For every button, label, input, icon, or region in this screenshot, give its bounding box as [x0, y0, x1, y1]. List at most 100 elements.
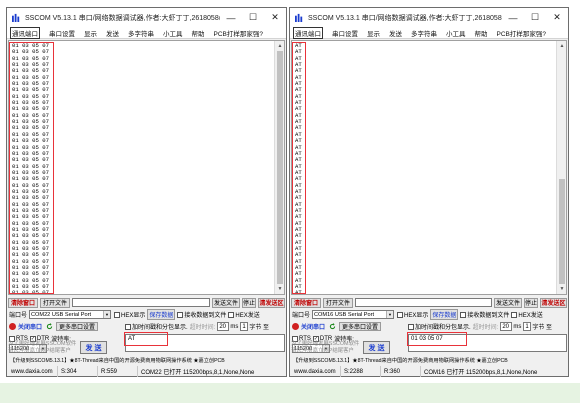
send-input[interactable]: AT	[125, 334, 285, 352]
clear-window-button[interactable]: 清除窗口	[8, 297, 38, 308]
left-send-panel: 为了更好地发展SSCOM软件 请您注册嘉立创P结尾客户 发 送	[8, 341, 118, 367]
chevron-down-icon: ▼	[386, 311, 394, 318]
hex-display-checkbox[interactable]	[114, 311, 121, 318]
send-file-button[interactable]: 发送文件	[212, 297, 240, 308]
menu-help[interactable]: 帮助	[475, 28, 488, 38]
status-site[interactable]: www.daxia.com	[8, 366, 58, 377]
hex-display-checkbox[interactable]	[397, 311, 404, 318]
close-port-button[interactable]: 关闭串口	[18, 322, 42, 331]
close-icon[interactable]: ✕	[264, 8, 286, 27]
menu-tools[interactable]: 小工具	[446, 28, 466, 38]
send-file-button[interactable]: 发送文件	[494, 297, 522, 308]
save-data-button[interactable]: 保存数据	[430, 309, 459, 320]
more-settings-button[interactable]: 更多串口设置	[339, 322, 382, 331]
status-received: R:360	[381, 366, 421, 377]
page-footer-strip	[0, 383, 580, 403]
scroll-up-icon[interactable]: ▲	[275, 41, 284, 51]
menu-comm-port[interactable]: 通讯端口	[293, 26, 323, 39]
refresh-icon[interactable]	[329, 323, 336, 330]
clear-send-button[interactable]: 清发送区	[258, 297, 285, 308]
send-button[interactable]: 发 送	[363, 341, 390, 354]
status-bar: www.daxia.com S:304 R:559 COM22 已打开 1152…	[8, 366, 285, 377]
scroll-thumb[interactable]	[559, 179, 565, 284]
menu-send[interactable]: 发送	[106, 28, 119, 38]
file-toolbar: 清除窗口 打开文件 发送文件 停止 清发送区	[8, 297, 285, 308]
menu-send[interactable]: 发送	[389, 28, 402, 38]
port-control-row: 关闭串口 更多串口设置	[292, 321, 406, 332]
recv-to-file-label: 接收数据到文件	[184, 313, 227, 319]
port-value: COM22 USB Serial Port	[31, 311, 92, 318]
menu-multi-string[interactable]: 多字符串	[411, 28, 437, 38]
minimize-icon[interactable]: —	[502, 8, 524, 27]
timestamp-checkbox[interactable]	[408, 323, 414, 330]
menu-comm-port[interactable]: 通讯端口	[10, 26, 40, 39]
scroll-thumb[interactable]	[277, 51, 283, 284]
scroll-up-icon[interactable]: ▲	[557, 41, 566, 51]
byte-field[interactable]: 1	[240, 322, 249, 331]
receive-area[interactable]: 01 03 05 07 01 03 05 07 01 03 05 07 01 0…	[8, 40, 285, 295]
menu-serial-settings[interactable]: 串口设置	[332, 28, 358, 38]
refresh-icon[interactable]	[46, 323, 53, 330]
recv-to-file-label: 接收数据到文件	[467, 313, 510, 319]
menu-pcb[interactable]: PCB打样那家强?	[214, 28, 263, 38]
timeout-field[interactable]: 20	[217, 322, 230, 331]
byte-field[interactable]: 1	[523, 322, 532, 331]
send-input[interactable]: 01 03 05 07	[408, 334, 567, 352]
receive-area[interactable]: AT AT AT AT AT AT AT AT AT AT AT AT AT A…	[291, 40, 567, 295]
hex-send-checkbox[interactable]	[511, 311, 518, 318]
vertical-scrollbar[interactable]: ▲ ▼	[274, 41, 284, 294]
save-data-button[interactable]: 保存数据	[147, 309, 176, 320]
title-bar[interactable]: SSCOM V5.13.1 串口/网络数据调试器,作者:大虾丁丁,2618058…	[290, 8, 568, 27]
port-status-icon	[9, 323, 16, 330]
stop-button[interactable]: 停止	[524, 297, 538, 308]
menu-display[interactable]: 显示	[367, 28, 380, 38]
menu-pcb[interactable]: PCB打样那家强?	[497, 28, 546, 38]
chevron-down-icon: ▼	[103, 311, 111, 318]
menu-help[interactable]: 帮助	[192, 28, 205, 38]
timestamp-row: 加时间戳和分包显示. 超时时间: 20 ms 1 字节 至	[125, 321, 284, 332]
vertical-scrollbar[interactable]: ▲ ▼	[556, 41, 566, 294]
file-path-field[interactable]	[72, 298, 210, 307]
hex-send-label: HEX发送	[235, 313, 260, 319]
recv-to-file-checkbox[interactable]	[177, 311, 184, 318]
window-title: SSCOM V5.13.1 串口/网络数据调试器,作者:大虾丁丁,2618058…	[308, 14, 502, 22]
minimize-icon[interactable]: —	[220, 8, 242, 27]
stop-button[interactable]: 停止	[242, 297, 256, 308]
status-sent: S:2288	[341, 366, 381, 377]
clear-window-button[interactable]: 清除窗口	[291, 297, 321, 308]
clear-send-button[interactable]: 清发送区	[540, 297, 567, 308]
open-file-button[interactable]: 打开文件	[323, 297, 353, 308]
timestamp-checkbox[interactable]	[125, 323, 131, 330]
desktop: SSCOM V5.13.1 串口/网络数据调试器,作者:大虾丁丁,2618058…	[0, 0, 580, 403]
sscom-window-left: SSCOM V5.13.1 串口/网络数据调试器,作者:大虾丁丁,2618058…	[6, 7, 287, 377]
port-row: 端口号 COM22 USB Serial Port ▼ HEX显示 保存数据 接收…	[9, 309, 284, 320]
maximize-icon[interactable]: ☐	[242, 8, 264, 27]
timeout-field[interactable]: 20	[500, 322, 513, 331]
status-port: COM16 已打开 115200bps,8,1,None,None	[424, 370, 538, 376]
menu-bar: 通讯端口 串口设置 显示 发送 多字符串 小工具 帮助 PCB打样那家强?	[7, 26, 286, 39]
status-site[interactable]: www.daxia.com	[291, 366, 341, 377]
send-button[interactable]: 发 送	[80, 341, 107, 354]
port-select[interactable]: COM22 USB Serial Port ▼	[29, 310, 112, 319]
close-icon[interactable]: ✕	[546, 8, 568, 27]
title-bar[interactable]: SSCOM V5.13.1 串口/网络数据调试器,作者:大虾丁丁,2618058…	[7, 8, 286, 27]
scroll-down-icon[interactable]: ▼	[275, 284, 284, 294]
receive-text: AT AT AT AT AT AT AT AT AT AT AT AT AT A…	[295, 42, 302, 295]
hex-send-checkbox[interactable]	[228, 311, 235, 318]
menu-serial-settings[interactable]: 串口设置	[49, 28, 75, 38]
recv-to-file-checkbox[interactable]	[460, 311, 467, 318]
hex-display-label: HEX显示	[121, 313, 146, 319]
file-path-field[interactable]	[355, 298, 492, 307]
open-file-button[interactable]: 打开文件	[40, 297, 70, 308]
port-select[interactable]: COM16 USB Serial Port ▼	[312, 310, 395, 319]
close-port-button[interactable]: 关闭串口	[301, 322, 325, 331]
menu-multi-string[interactable]: 多字符串	[128, 28, 154, 38]
scroll-down-icon[interactable]: ▼	[557, 284, 566, 294]
status-port: COM22 已打开 115200bps,8,1,None,None	[141, 370, 255, 376]
menu-display[interactable]: 显示	[84, 28, 97, 38]
menu-tools[interactable]: 小工具	[163, 28, 183, 38]
hex-send-label: HEX发送	[518, 313, 543, 319]
more-settings-button[interactable]: 更多串口设置	[56, 322, 99, 331]
maximize-icon[interactable]: ☐	[524, 8, 546, 27]
sscom-app-icon	[12, 13, 20, 22]
